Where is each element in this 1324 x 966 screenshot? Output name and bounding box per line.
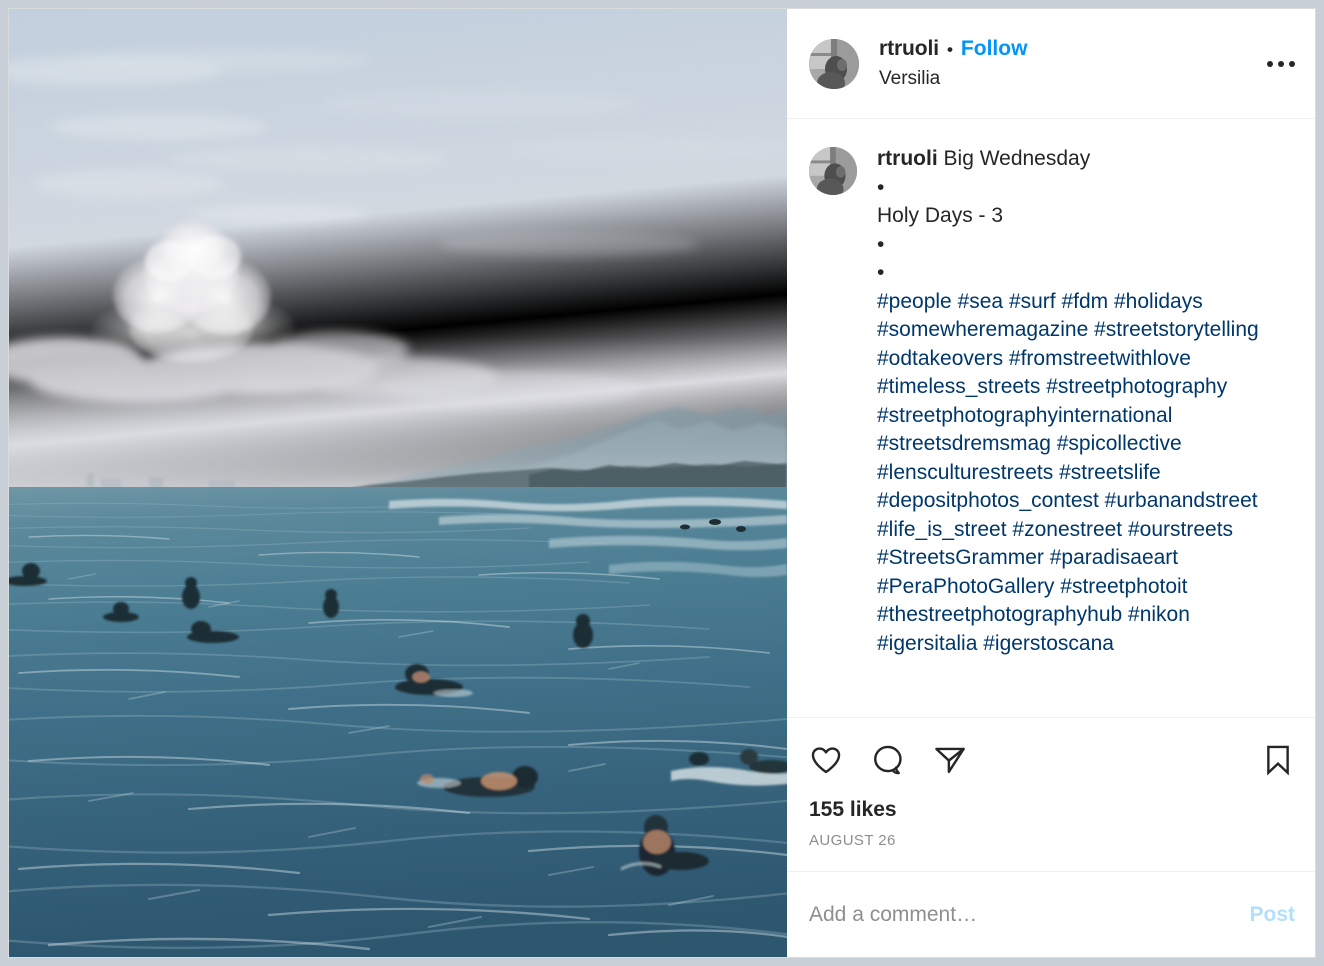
- caption-avatar[interactable]: [809, 147, 857, 195]
- comment-icon[interactable]: [871, 743, 905, 777]
- save-icon[interactable]: [1261, 743, 1295, 777]
- action-bar: 155 likes AUGUST 26: [787, 717, 1315, 871]
- caption-hashtags[interactable]: #people #sea #surf #fdm #holidays #somew…: [877, 290, 1259, 655]
- caption-text-line: Big Wednesday: [943, 147, 1091, 170]
- caption-text-line: •: [877, 232, 885, 256]
- dot: [1267, 60, 1273, 67]
- post-comment-button[interactable]: Post: [1249, 903, 1295, 927]
- dot: [1278, 60, 1284, 67]
- post-location[interactable]: Versilia: [879, 67, 1261, 91]
- beach-surfers-photo: [9, 9, 787, 957]
- like-icon[interactable]: [809, 743, 843, 777]
- avatar-image: [809, 38, 859, 89]
- more-options-icon[interactable]: [1261, 46, 1301, 82]
- caption-area: rtruoli Big Wednesday • Holy Days - 3 • …: [787, 119, 1315, 717]
- post-username[interactable]: rtruoli: [879, 36, 939, 62]
- caption-text-line: •: [877, 261, 885, 284]
- caption-author[interactable]: rtruoli: [877, 147, 938, 170]
- caption-avatar-image: [809, 147, 857, 195]
- likes-count[interactable]: 155 likes: [809, 798, 1295, 822]
- caption-text-line: Holy Days - 3: [877, 204, 1004, 227]
- header-text-group: rtruoli • Follow Versilia: [879, 36, 1261, 91]
- dot: [1289, 60, 1295, 67]
- instagram-post-card: rtruoli • Follow Versilia rtruoli Big We…: [8, 8, 1316, 958]
- avatar[interactable]: [809, 38, 859, 89]
- post-detail-pane: rtruoli • Follow Versilia rtruoli Big We…: [787, 9, 1315, 957]
- share-icon[interactable]: [933, 743, 967, 777]
- action-icon-row: [809, 736, 1295, 784]
- post-date: AUGUST 26: [809, 832, 896, 849]
- header-username-row: rtruoli • Follow: [879, 36, 1261, 62]
- caption-body: rtruoli Big Wednesday • Holy Days - 3 • …: [877, 145, 1295, 658]
- post-photo[interactable]: [9, 9, 787, 957]
- comment-input[interactable]: [809, 902, 1250, 927]
- comment-bar: Post: [787, 871, 1315, 957]
- caption-text-line: •: [877, 175, 885, 199]
- follow-button[interactable]: Follow: [961, 36, 1028, 62]
- separator-dot: •: [946, 40, 953, 59]
- post-header: rtruoli • Follow Versilia: [787, 9, 1315, 119]
